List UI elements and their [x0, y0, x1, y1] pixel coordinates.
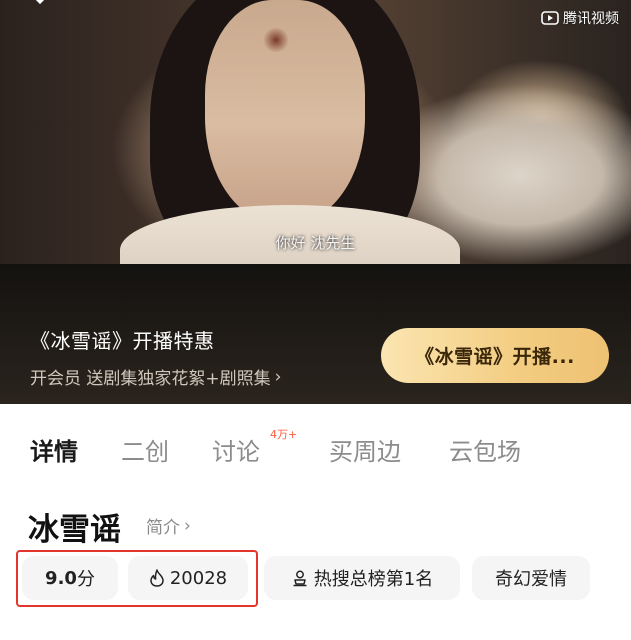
- promo-subtitle-text: 开会员 送剧集独家花絮+剧照集: [30, 369, 271, 389]
- promo-title: 《冰雪谣》开播特惠: [30, 329, 215, 353]
- promo-banner[interactable]: 《冰雪谣》开播特惠 开会员 送剧集独家花絮+剧照集 › 《冰雪谣》开播...: [0, 264, 631, 404]
- brand-name: 腾讯视频: [563, 11, 619, 27]
- promo-cta-button[interactable]: 《冰雪谣》开播...: [381, 328, 609, 383]
- tab-merchandise[interactable]: 买周边: [329, 432, 401, 467]
- promo-subtitle[interactable]: 开会员 送剧集独家花絮+剧照集 ›: [30, 364, 282, 390]
- chevron-right-icon: ›: [274, 366, 282, 387]
- rank-label: 热搜总榜第1名: [313, 569, 434, 590]
- play-logo-icon: [541, 11, 559, 25]
- rank-chip[interactable]: 热搜总榜第1名: [264, 556, 460, 600]
- discussion-count-badge: 4万+: [270, 428, 298, 441]
- video-player[interactable]: 腾讯视频 你好 沈先生: [0, 0, 631, 264]
- tab-cloud-screening[interactable]: 云包场: [449, 432, 521, 467]
- genre-chip[interactable]: 奇幻爱情: [472, 556, 590, 600]
- tab-discussion[interactable]: 讨论: [212, 432, 260, 467]
- highlight-annotation-box: [16, 550, 258, 607]
- chevron-right-icon: ›: [184, 515, 191, 536]
- intro-link[interactable]: 简介 ›: [146, 513, 191, 539]
- brand-watermark: 腾讯视频: [541, 8, 619, 28]
- back-arrow-icon[interactable]: [26, 0, 54, 10]
- tab-details[interactable]: 详情: [30, 432, 78, 467]
- trophy-icon: [293, 570, 307, 587]
- intro-label: 简介: [146, 518, 180, 538]
- tab-fan-creations[interactable]: 二创: [121, 432, 169, 467]
- video-subtitle: 你好 沈先生: [275, 234, 356, 252]
- show-title: 冰雪谣: [28, 512, 121, 548]
- video-frame-bruise: [262, 28, 290, 52]
- detail-tabs: 详情 二创 讨论 4万+ 买周边 云包场: [0, 404, 631, 494]
